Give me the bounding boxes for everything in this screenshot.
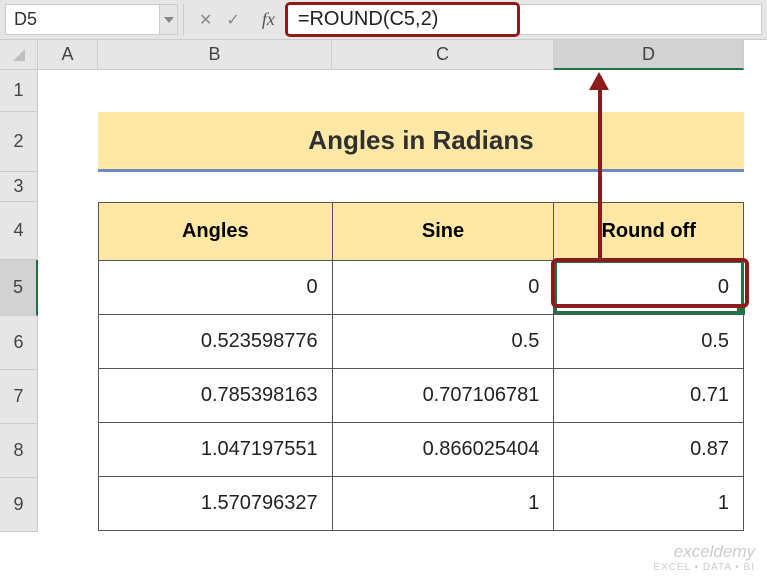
select-all-corner[interactable] bbox=[0, 40, 38, 70]
col-header-a[interactable]: A bbox=[38, 40, 98, 70]
spreadsheet-grid: A B C D 1 2 3 4 5 6 7 8 9 Angles in Radi… bbox=[0, 40, 767, 532]
name-box[interactable]: D5 bbox=[5, 4, 160, 35]
cell-d9[interactable]: 1 bbox=[554, 477, 744, 531]
formula-text: =ROUND(C5,2) bbox=[298, 8, 439, 31]
cell-d5[interactable]: 0 bbox=[554, 261, 744, 315]
table-row: 1.570796327 1 1 bbox=[99, 477, 744, 531]
cell-d6[interactable]: 0.5 bbox=[554, 315, 744, 369]
cell-c8[interactable]: 0.866025404 bbox=[332, 423, 554, 477]
formula-input[interactable]: =ROUND(C5,2) bbox=[287, 4, 762, 35]
cell-b8[interactable]: 1.047197551 bbox=[99, 423, 333, 477]
cell-b9[interactable]: 1.570796327 bbox=[99, 477, 333, 531]
th-roundoff[interactable]: Round off bbox=[554, 203, 744, 261]
table-row: 0.523598776 0.5 0.5 bbox=[99, 315, 744, 369]
column-headers-row: A B C D bbox=[0, 40, 767, 70]
title-banner: Angles in Radians bbox=[98, 112, 744, 172]
data-table: Angles Sine Round off 0 0 0 0.523598776 … bbox=[98, 202, 744, 531]
row-header-9[interactable]: 9 bbox=[0, 478, 38, 532]
row-header-8[interactable]: 8 bbox=[0, 424, 38, 478]
fx-icon[interactable]: fx bbox=[250, 4, 287, 35]
row-header-6[interactable]: 6 bbox=[0, 316, 38, 370]
row-header-1[interactable]: 1 bbox=[0, 70, 38, 112]
watermark-brand: exceldemy bbox=[653, 543, 755, 562]
table-header-row: Angles Sine Round off bbox=[99, 203, 744, 261]
th-angles[interactable]: Angles bbox=[99, 203, 333, 261]
cell-c7[interactable]: 0.707106781 bbox=[332, 369, 554, 423]
cell-c9[interactable]: 1 bbox=[332, 477, 554, 531]
cell-b6[interactable]: 0.523598776 bbox=[99, 315, 333, 369]
formula-bar-buttons: ✕ ✓ bbox=[189, 4, 250, 35]
cell-b5[interactable]: 0 bbox=[99, 261, 333, 315]
cell-c6[interactable]: 0.5 bbox=[332, 315, 554, 369]
watermark-logo: exceldemy EXCEL • DATA • BI bbox=[653, 543, 755, 573]
cell-b7[interactable]: 0.785398163 bbox=[99, 369, 333, 423]
cell-d7[interactable]: 0.71 bbox=[554, 369, 744, 423]
col-header-c[interactable]: C bbox=[332, 40, 554, 70]
formula-bar: D5 ✕ ✓ fx =ROUND(C5,2) bbox=[0, 0, 767, 40]
name-box-dropdown-icon[interactable] bbox=[160, 4, 178, 35]
cancel-icon[interactable]: ✕ bbox=[199, 10, 212, 30]
row-header-7[interactable]: 7 bbox=[0, 370, 38, 424]
row-header-2[interactable]: 2 bbox=[0, 112, 38, 172]
row-headers: 1 2 3 4 5 6 7 8 9 bbox=[0, 70, 38, 532]
watermark-tag: EXCEL • DATA • BI bbox=[653, 562, 755, 573]
row-header-4[interactable]: 4 bbox=[0, 202, 38, 260]
row-header-5[interactable]: 5 bbox=[0, 260, 38, 316]
enter-icon[interactable]: ✓ bbox=[226, 10, 239, 30]
col-header-b[interactable]: B bbox=[98, 40, 332, 70]
table-row: 1.047197551 0.866025404 0.87 bbox=[99, 423, 744, 477]
table-row: 0.785398163 0.707106781 0.71 bbox=[99, 369, 744, 423]
row-header-3[interactable]: 3 bbox=[0, 172, 38, 202]
cell-d8[interactable]: 0.87 bbox=[554, 423, 744, 477]
th-sine[interactable]: Sine bbox=[332, 203, 554, 261]
table-row: 0 0 0 bbox=[99, 261, 744, 315]
col-header-d[interactable]: D bbox=[554, 40, 744, 70]
cell-c5[interactable]: 0 bbox=[332, 261, 554, 315]
